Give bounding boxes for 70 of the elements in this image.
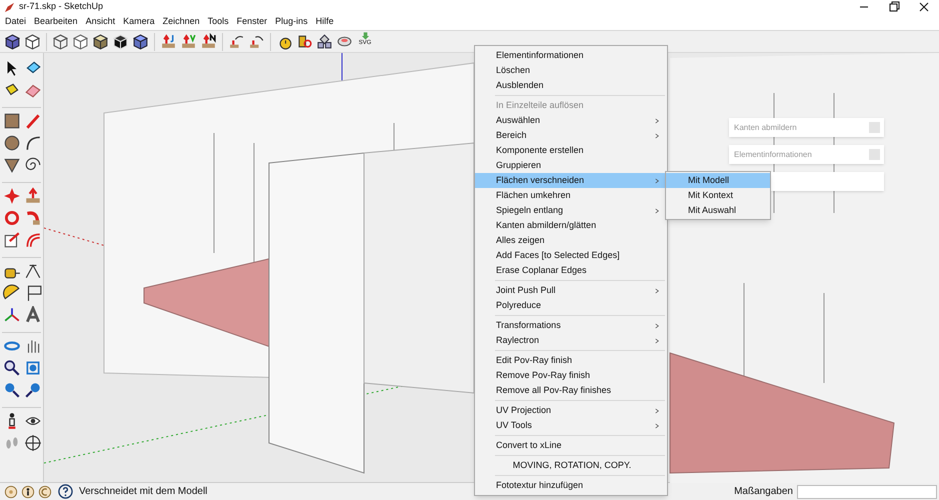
panel-toggle-button[interactable] [869,122,880,133]
measurements-field[interactable] [797,484,937,498]
arc-icon[interactable] [24,134,42,152]
context-menu-item[interactable]: MOVING, ROTATION, COPY. [475,458,667,473]
context-menu-item[interactable]: Gruppieren [475,158,667,173]
context-menu-item[interactable]: Erase Coplanar Edges [475,263,667,278]
menu-item[interactable]: Ansicht [82,15,120,29]
menu-item[interactable]: Zeichnen [158,15,204,29]
context-menu-item[interactable]: Spiegeln entlang [475,203,667,218]
context-menu-item[interactable]: Bereich [475,128,667,143]
rotate-icon[interactable] [3,209,21,227]
measurements-label: Maßangaben [734,485,793,499]
context-menu-item[interactable]: Flächen verschneiden [475,173,667,188]
menu-item[interactable]: Datei [1,15,30,29]
context-menu-item[interactable]: Kanten abmildern/glätten [475,218,667,233]
context-menu-item[interactable]: Flächen umkehren [475,188,667,203]
context-menu-item[interactable]: Transformations [475,318,667,333]
context-menu-item[interactable]: Ausblenden [475,78,667,93]
context-menu-item[interactable]: Polyreduce [475,298,667,313]
circle-icon[interactable] [3,134,21,152]
zoom-extents-icon[interactable] [24,381,42,399]
status-hint: Verschneidet mit dem Modell [79,485,208,499]
context-menu-item[interactable]: Add Faces [to Selected Edges] [475,248,667,263]
submenu-item[interactable]: Mit Auswahl [666,203,770,218]
context-menu-item[interactable]: Joint Push Pull [475,283,667,298]
pencil-icon[interactable] [24,112,42,130]
menu-item[interactable]: Kamera [119,15,159,29]
context-menu-item[interactable]: UV Projection [475,403,667,418]
protractor-icon[interactable] [3,284,21,302]
context-menu-item[interactable]: Edit Pov-Ray finish [475,353,667,368]
offset-icon[interactable] [24,231,42,249]
follow-me-icon[interactable] [24,209,42,227]
section-plane-icon[interactable] [24,434,42,452]
menu-item[interactable]: Plug-ins [271,15,312,29]
submenu-item[interactable]: Mit Modell [666,173,770,188]
arc-arrow-icon[interactable] [228,33,245,50]
context-menu-item[interactable]: Komponente erstellen [475,143,667,158]
context-menu-item[interactable]: UV Tools [475,418,667,433]
zoom-extents-icon[interactable] [3,381,21,399]
context-menu-item[interactable]: Auswählen [475,113,667,128]
context-menu-item[interactable]: Alles zeigen [475,233,667,248]
context-menu-item[interactable]: Elementinformationen [475,48,667,63]
push-pull-icon[interactable] [200,33,217,50]
panel-title: Elementinformationen [734,148,812,160]
context-menu-item[interactable]: Raylectron [475,333,667,348]
scale-icon[interactable] [3,231,21,249]
context-menu-item[interactable]: Fototextur hinzufügen [475,478,667,493]
magnifier-icon[interactable] [3,359,21,377]
context-menu-item[interactable]: Remove Pov-Ray finish [475,368,667,383]
zoom-window-icon[interactable] [24,359,42,377]
menu-item[interactable]: Hilfe [312,15,338,29]
help-icon[interactable] [58,484,73,499]
axes-icon[interactable] [3,306,21,324]
window-title: sr-71.skp - SketchUp [19,0,104,14]
context-menu-item[interactable]: Löschen [475,63,667,78]
panel-toggle-button[interactable] [869,149,880,160]
menu-item[interactable]: Tools [204,15,233,29]
panel-title: Kanten abmildern [734,122,797,134]
triangle-icon[interactable] [3,156,21,174]
context-menu-item[interactable]: Convert to xLine [475,438,667,453]
context-menu-item[interactable]: Remove all Pov-Ray finishes [475,383,667,398]
shapes-icon[interactable] [316,33,333,50]
submenu-item[interactable]: Mit Kontext [666,188,770,203]
arc-arrow-icon[interactable] [248,33,265,50]
letter-icon[interactable] [24,306,42,324]
menu-item[interactable]: Bearbeiten [30,15,82,29]
square-icon[interactable] [3,112,21,130]
menu-item[interactable]: Fenster [232,15,272,29]
down-arrow-icon [360,32,370,40]
status-circle-icon[interactable] [4,484,18,498]
